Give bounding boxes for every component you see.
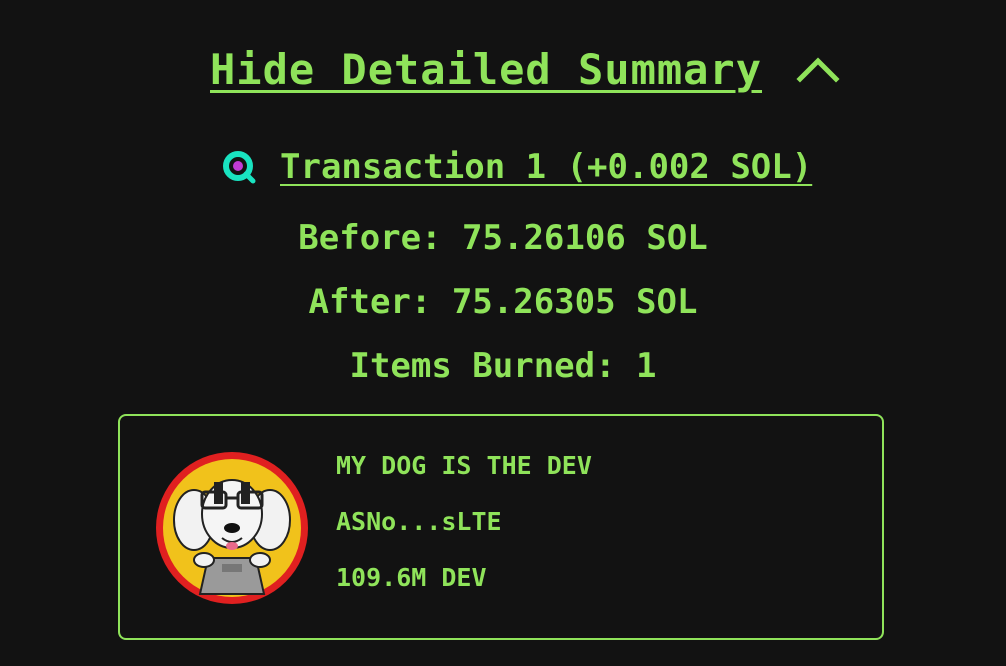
transaction-row: Transaction 1 (+0.002 SOL) [222, 144, 812, 190]
token-info: MY DOG IS THE DEV ASNo...sLTE 109.6M DEV [336, 446, 592, 614]
balance-after: After: 75.26305 SOL [308, 282, 698, 322]
burned-item-card: MY DOG IS THE DEV ASNo...sLTE 109.6M DEV [118, 414, 884, 640]
balance-before: Before: 75.26106 SOL [298, 218, 708, 258]
hide-summary-toggle[interactable]: Hide Detailed Summary [210, 38, 840, 100]
token-name: MY DOG IS THE DEV [336, 451, 592, 480]
transaction-link[interactable]: Transaction 1 (+0.002 SOL) [280, 147, 812, 187]
token-amount: 109.6M DEV [336, 563, 487, 592]
dog-token-avatar [156, 452, 308, 604]
hide-summary-label[interactable]: Hide Detailed Summary [210, 45, 762, 94]
token-address: ASNo...sLTE [336, 507, 502, 536]
burn-summary-panel: Hide Detailed Summary Transaction 1 (+0.… [0, 0, 1006, 666]
chevron-up-icon[interactable] [796, 55, 840, 83]
search-icon [223, 151, 256, 184]
items-burned-count: Items Burned: 1 [349, 346, 657, 386]
